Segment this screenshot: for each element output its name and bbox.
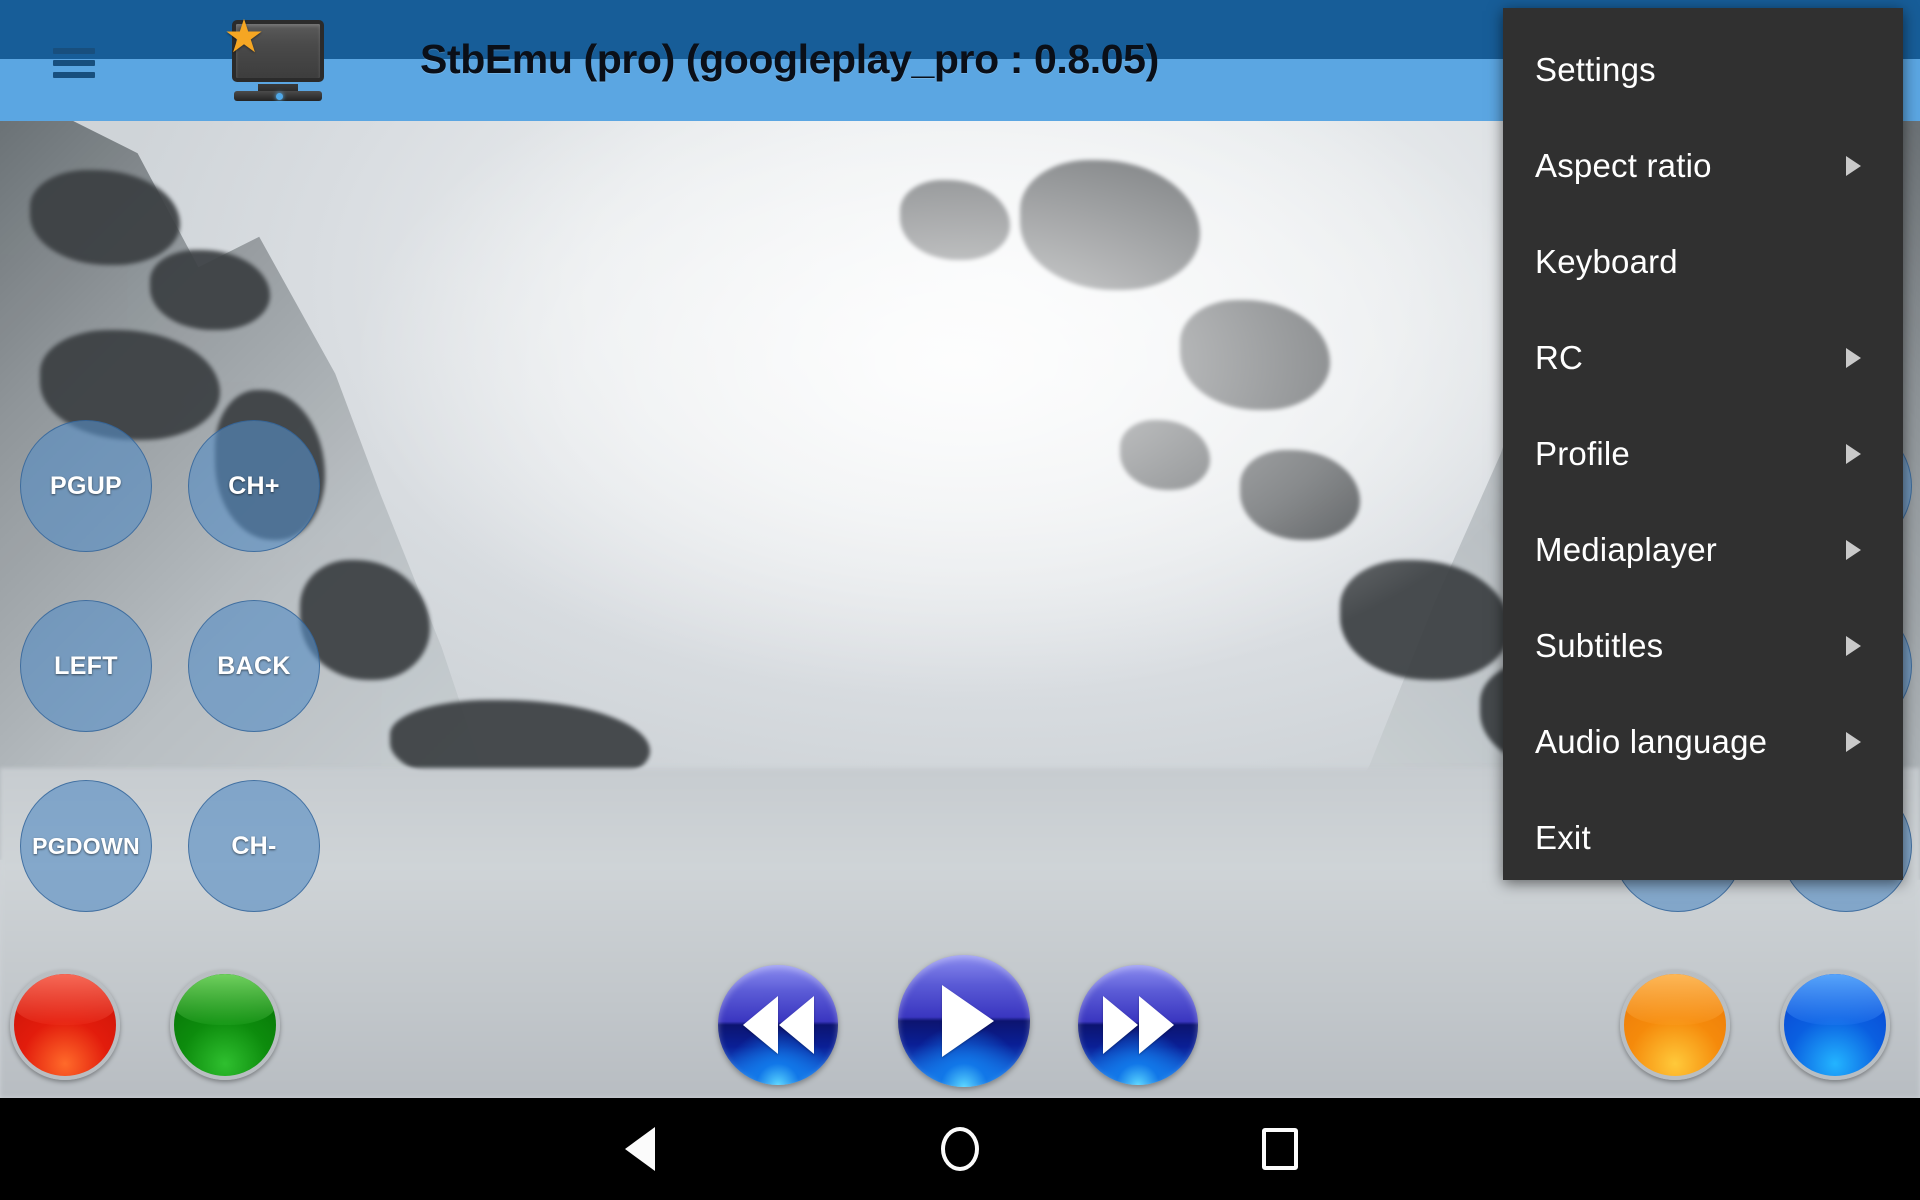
hamburger-menu-icon[interactable] (53, 48, 95, 78)
menu-item-settings[interactable]: Settings (1503, 22, 1903, 118)
back-triangle-icon (625, 1127, 655, 1171)
star-icon: ★ (223, 10, 265, 62)
play-button[interactable] (898, 955, 1030, 1087)
chevron-right-icon (1846, 636, 1861, 656)
page-title: StbEmu (pro) (googleplay_pro : 0.8.05) (420, 36, 1159, 82)
remote-button-label: CH+ (228, 471, 280, 500)
hamburger-bar (53, 48, 95, 54)
rewind-button[interactable] (718, 965, 838, 1085)
fast-forward-button[interactable] (1078, 965, 1198, 1085)
blue-color-button[interactable] (1780, 970, 1890, 1080)
menu-item-rc[interactable]: RC (1503, 310, 1903, 406)
tv-led-icon (276, 93, 283, 100)
remote-button-label: LEFT (54, 651, 118, 680)
remote-button-chup[interactable]: CH+ (188, 420, 320, 552)
menu-item-label: Keyboard (1535, 243, 1678, 280)
menu-item-label: Profile (1535, 435, 1630, 472)
remote-button-label: BACK (217, 651, 291, 680)
menu-item-label: Audio language (1535, 723, 1768, 760)
menu-item-exit[interactable]: Exit (1503, 790, 1903, 886)
play-icon (942, 985, 994, 1057)
menu-item-subtitles[interactable]: Subtitles (1503, 598, 1903, 694)
hamburger-bar (53, 72, 95, 78)
nav-home-button[interactable] (800, 1127, 1120, 1171)
menu-item-label: Mediaplayer (1535, 531, 1717, 568)
chevron-right-icon (1846, 444, 1861, 464)
green-color-button[interactable] (170, 970, 280, 1080)
overflow-menu: Settings Aspect ratio Keyboard RC Profil… (1503, 8, 1903, 880)
app-logo-icon: ★ (222, 10, 330, 108)
remote-button-label: CH- (231, 831, 277, 860)
home-circle-icon (941, 1127, 979, 1171)
chevron-right-icon (1846, 732, 1861, 752)
remote-button-pgup[interactable]: PGUP (20, 420, 152, 552)
remote-button-chdown[interactable]: CH- (188, 780, 320, 912)
remote-button-label: PGUP (49, 471, 123, 500)
remote-button-pgdown[interactable]: PGDOWN (20, 780, 152, 912)
menu-item-label: Exit (1535, 819, 1591, 856)
chevron-right-icon (1846, 348, 1861, 368)
menu-item-audio-language[interactable]: Audio language (1503, 694, 1903, 790)
recents-square-icon (1262, 1128, 1298, 1170)
menu-item-label: Settings (1535, 51, 1656, 88)
red-color-button[interactable] (10, 970, 120, 1080)
nav-back-button[interactable] (480, 1127, 800, 1171)
menu-item-label: Subtitles (1535, 627, 1664, 664)
android-navigation-bar (0, 1098, 1920, 1200)
menu-item-aspect-ratio[interactable]: Aspect ratio (1503, 118, 1903, 214)
chevron-right-icon (1846, 156, 1861, 176)
orange-color-button[interactable] (1620, 970, 1730, 1080)
menu-item-keyboard[interactable]: Keyboard (1503, 214, 1903, 310)
hamburger-bar (53, 60, 95, 66)
remote-button-left[interactable]: LEFT (20, 600, 152, 732)
nav-recents-button[interactable] (1120, 1128, 1440, 1170)
menu-item-profile[interactable]: Profile (1503, 406, 1903, 502)
menu-item-mediaplayer[interactable]: Mediaplayer (1503, 502, 1903, 598)
rewind-icon (742, 996, 814, 1054)
menu-item-label: Aspect ratio (1535, 147, 1712, 184)
menu-item-label: RC (1535, 339, 1584, 376)
fast-forward-icon (1102, 996, 1174, 1054)
app-screen: ★ StbEmu (pro) (googleplay_pro : 0.8.05)… (0, 0, 1920, 1200)
remote-button-label: PGDOWN (32, 832, 140, 859)
chevron-right-icon (1846, 540, 1861, 560)
remote-button-back[interactable]: BACK (188, 600, 320, 732)
